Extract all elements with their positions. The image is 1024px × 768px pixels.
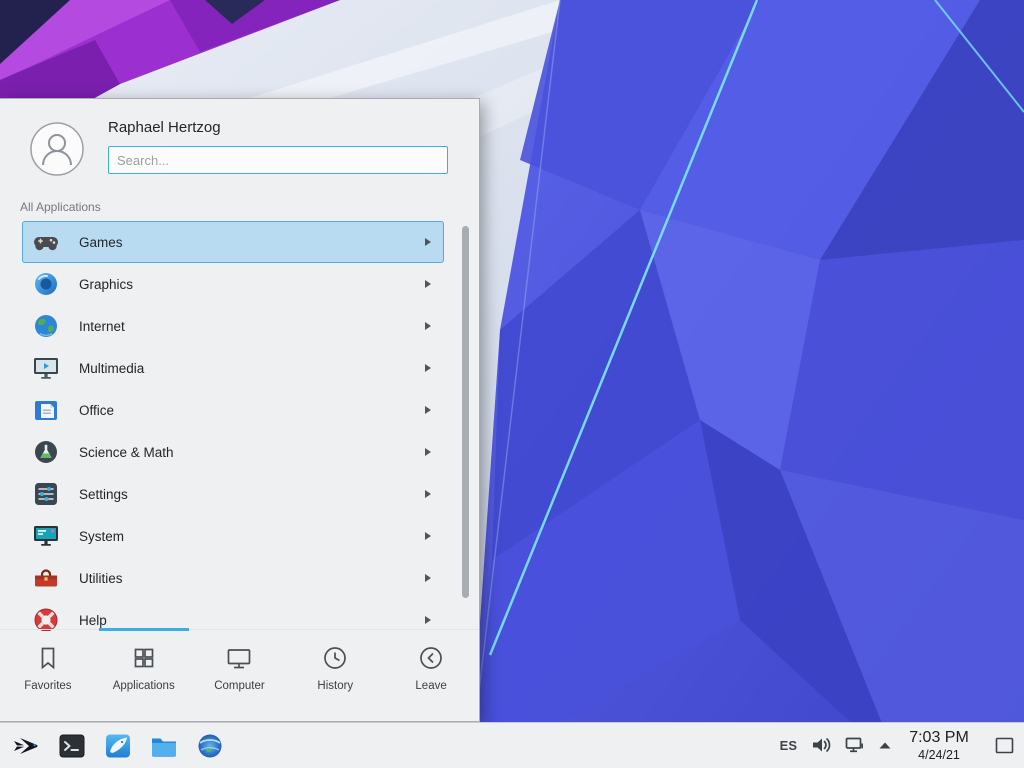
tab-history[interactable]: History bbox=[287, 630, 383, 721]
category-label: Utilities bbox=[79, 571, 123, 586]
system-tray: ES bbox=[780, 729, 1024, 762]
desktop: Raphael Hertzog All Applications Games bbox=[0, 0, 1024, 768]
category-office[interactable]: Office bbox=[22, 389, 444, 431]
user-avatar[interactable] bbox=[30, 122, 84, 176]
category-label: Multimedia bbox=[79, 361, 144, 376]
chevron-right-icon bbox=[425, 322, 431, 330]
category-help[interactable]: Help bbox=[22, 599, 444, 631]
category-label: Games bbox=[79, 235, 123, 250]
tab-label: Computer bbox=[214, 680, 265, 692]
category-label: Office bbox=[79, 403, 114, 418]
clock-time: 7:03 PM bbox=[905, 729, 973, 747]
browser-globe-icon bbox=[196, 732, 224, 760]
gamepad-icon bbox=[32, 228, 60, 256]
file-manager-icon bbox=[104, 732, 132, 760]
user-name: Raphael Hertzog bbox=[108, 119, 221, 136]
chevron-right-icon bbox=[425, 616, 431, 624]
tab-applications[interactable]: Applications bbox=[96, 630, 192, 721]
section-label: All Applications bbox=[20, 200, 101, 214]
multimedia-icon bbox=[32, 354, 60, 382]
clock-icon bbox=[320, 643, 350, 673]
toolbox-icon bbox=[32, 564, 60, 592]
launcher-header: Raphael Hertzog bbox=[0, 99, 479, 203]
tab-computer[interactable]: Computer bbox=[192, 630, 288, 721]
category-utilities[interactable]: Utilities bbox=[22, 557, 444, 599]
tray-expander[interactable] bbox=[879, 739, 891, 751]
chevron-right-icon bbox=[425, 490, 431, 498]
tab-label: Favorites bbox=[24, 680, 71, 692]
chevron-right-icon bbox=[425, 574, 431, 582]
chevron-right-icon bbox=[425, 364, 431, 372]
keyboard-layout-indicator[interactable]: ES bbox=[780, 738, 797, 753]
network-status[interactable] bbox=[845, 735, 865, 755]
category-label: Science & Math bbox=[79, 445, 174, 460]
leave-icon bbox=[416, 643, 446, 673]
science-flask-icon bbox=[32, 438, 60, 466]
category-list: Games Graphics bbox=[0, 221, 480, 631]
category-label: Internet bbox=[79, 319, 125, 334]
lifebuoy-icon bbox=[32, 606, 60, 631]
digital-clock[interactable]: 7:03 PM 4/24/21 bbox=[905, 729, 973, 762]
tab-leave[interactable]: Leave bbox=[383, 630, 479, 721]
category-multimedia[interactable]: Multimedia bbox=[22, 347, 444, 389]
chevron-right-icon bbox=[425, 238, 431, 246]
taskbar: ES bbox=[0, 722, 1024, 768]
tab-label: Applications bbox=[113, 680, 175, 692]
tab-label: Leave bbox=[415, 680, 446, 692]
folder-launcher[interactable] bbox=[144, 726, 184, 766]
file-manager-launcher[interactable] bbox=[98, 726, 138, 766]
active-tab-indicator bbox=[99, 628, 189, 631]
chevron-right-icon bbox=[425, 406, 431, 414]
search-input[interactable] bbox=[108, 146, 448, 174]
category-label: System bbox=[79, 529, 124, 544]
category-science-math[interactable]: Science & Math bbox=[22, 431, 444, 473]
application-launcher: Raphael Hertzog All Applications Games bbox=[0, 98, 480, 722]
chevron-right-icon bbox=[425, 280, 431, 288]
category-settings[interactable]: Settings bbox=[22, 473, 444, 515]
kali-logo-icon bbox=[12, 732, 40, 760]
chevron-right-icon bbox=[425, 448, 431, 456]
tab-favorites[interactable]: Favorites bbox=[0, 630, 96, 721]
scrollbar[interactable] bbox=[462, 226, 469, 598]
app-launcher-button[interactable] bbox=[6, 726, 46, 766]
browser-launcher[interactable] bbox=[190, 726, 230, 766]
taskbar-launchers bbox=[6, 726, 230, 766]
chevron-right-icon bbox=[425, 532, 431, 540]
category-label: Settings bbox=[79, 487, 128, 502]
settings-sliders-icon bbox=[32, 480, 60, 508]
office-icon bbox=[32, 396, 60, 424]
bookmark-icon bbox=[33, 643, 63, 673]
terminal-launcher[interactable] bbox=[52, 726, 92, 766]
launcher-tabbar: Favorites Applications Computer bbox=[0, 629, 479, 721]
network-icon bbox=[845, 735, 865, 755]
category-label: Graphics bbox=[79, 277, 133, 292]
monitor-icon bbox=[224, 643, 254, 673]
user-avatar-icon bbox=[30, 122, 84, 176]
volume-control[interactable] bbox=[811, 735, 831, 755]
tab-label: History bbox=[317, 680, 353, 692]
caret-up-icon bbox=[879, 739, 891, 751]
category-games[interactable]: Games bbox=[22, 221, 444, 263]
clock-date: 4/24/21 bbox=[905, 748, 973, 762]
category-label: Help bbox=[79, 613, 107, 628]
speaker-icon bbox=[811, 735, 831, 755]
globe-icon bbox=[32, 312, 60, 340]
system-monitor-icon bbox=[32, 522, 60, 550]
graphics-icon bbox=[32, 270, 60, 298]
category-graphics[interactable]: Graphics bbox=[22, 263, 444, 305]
terminal-icon bbox=[58, 732, 86, 760]
category-internet[interactable]: Internet bbox=[22, 305, 444, 347]
folder-icon bbox=[150, 732, 178, 760]
grid-icon bbox=[129, 643, 159, 673]
show-desktop-button[interactable] bbox=[995, 737, 1014, 754]
show-desktop-icon bbox=[995, 737, 1014, 754]
category-system[interactable]: System bbox=[22, 515, 444, 557]
